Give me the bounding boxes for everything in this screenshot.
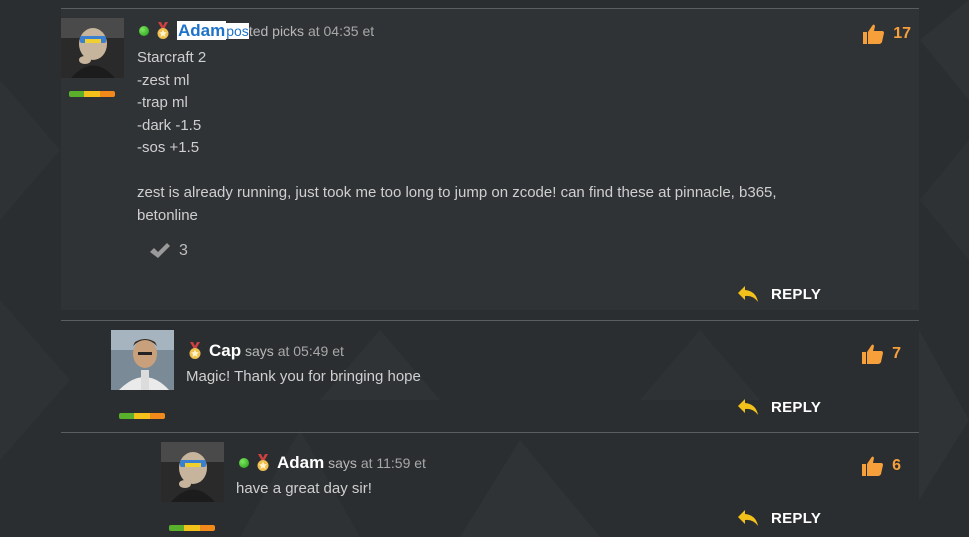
body-line: zest is already running, just took me to… xyxy=(137,184,777,201)
timestamp: at 11:59 et xyxy=(360,455,426,471)
body-line: betonline xyxy=(137,206,198,224)
like-count: 7 xyxy=(892,345,901,362)
timestamp: at 04:35 et xyxy=(307,23,375,39)
body-line: -zest ml xyxy=(137,71,190,89)
comment-body: have a great day sir! xyxy=(236,480,372,497)
action-text: says xyxy=(328,455,357,471)
online-dot-icon xyxy=(239,458,249,468)
reply-label: REPLY xyxy=(771,509,822,527)
medal-icon xyxy=(157,22,169,39)
thumbs-up-icon[interactable] xyxy=(860,343,884,365)
reply-button[interactable]: REPLY xyxy=(737,509,821,527)
medal-icon xyxy=(257,454,269,471)
comment-body: Starcraft 2 -zest ml -trap ml -dark -1.5… xyxy=(137,47,897,227)
reply-label: REPLY xyxy=(771,398,822,416)
body-line: -dark -1.5 xyxy=(137,116,202,134)
like-count: 6 xyxy=(892,457,901,474)
username-link[interactable]: Cap xyxy=(209,341,241,360)
reply-label: REPLY xyxy=(771,285,822,303)
comment-cap: Cap says at 05:49 et 7 Magic! Thank you … xyxy=(61,320,919,432)
reply-arrow-icon xyxy=(738,510,758,526)
reply-button[interactable]: REPLY xyxy=(737,398,821,416)
reply-arrow-icon xyxy=(738,399,758,415)
agree-control[interactable]: 3 xyxy=(149,242,188,260)
selected-text: pos xyxy=(226,23,249,39)
rating-bar xyxy=(169,525,215,531)
comment-body: Magic! Thank you for bringing hope xyxy=(186,368,421,385)
thumbs-up-icon[interactable] xyxy=(861,23,885,45)
like-control[interactable]: 7 xyxy=(860,343,901,365)
comment-header: Adamposted picks at 04:35 et xyxy=(139,21,374,41)
body-line: -sos +1.5 xyxy=(137,139,200,156)
avatar[interactable] xyxy=(61,18,124,78)
rating-bar xyxy=(69,91,115,97)
reply-arrow-icon xyxy=(738,286,758,302)
comment-header: Cap says at 05:49 et xyxy=(187,341,344,361)
username-link[interactable]: Adam xyxy=(177,21,227,40)
like-control[interactable]: 17 xyxy=(861,23,911,45)
like-control[interactable]: 6 xyxy=(860,455,901,477)
comment-header: Adam says at 11:59 et xyxy=(239,453,426,473)
body-line: Starcraft 2 xyxy=(137,49,207,66)
username-link[interactable]: Adam xyxy=(277,453,324,472)
body-line xyxy=(137,160,897,183)
medal-icon xyxy=(189,342,201,359)
reply-button[interactable]: REPLY xyxy=(737,285,821,303)
action-text: ted picks xyxy=(248,23,305,39)
online-dot-icon xyxy=(139,26,149,36)
comment-adam-reply: Adam says at 11:59 et 6 have a great day… xyxy=(61,432,919,537)
comment-adam-top: Adamposted picks at 04:35 et 17 Starcraf… xyxy=(61,8,919,310)
avatar[interactable] xyxy=(161,442,224,502)
timestamp: at 05:49 et xyxy=(277,343,344,359)
thumbs-up-icon[interactable] xyxy=(860,455,884,477)
rating-bar xyxy=(119,413,165,419)
body-line: -trap ml xyxy=(137,94,188,111)
action-text: says xyxy=(245,343,274,359)
agree-count: 3 xyxy=(179,242,188,259)
like-count: 17 xyxy=(893,25,911,42)
check-icon[interactable] xyxy=(149,242,171,260)
avatar[interactable] xyxy=(111,330,174,390)
